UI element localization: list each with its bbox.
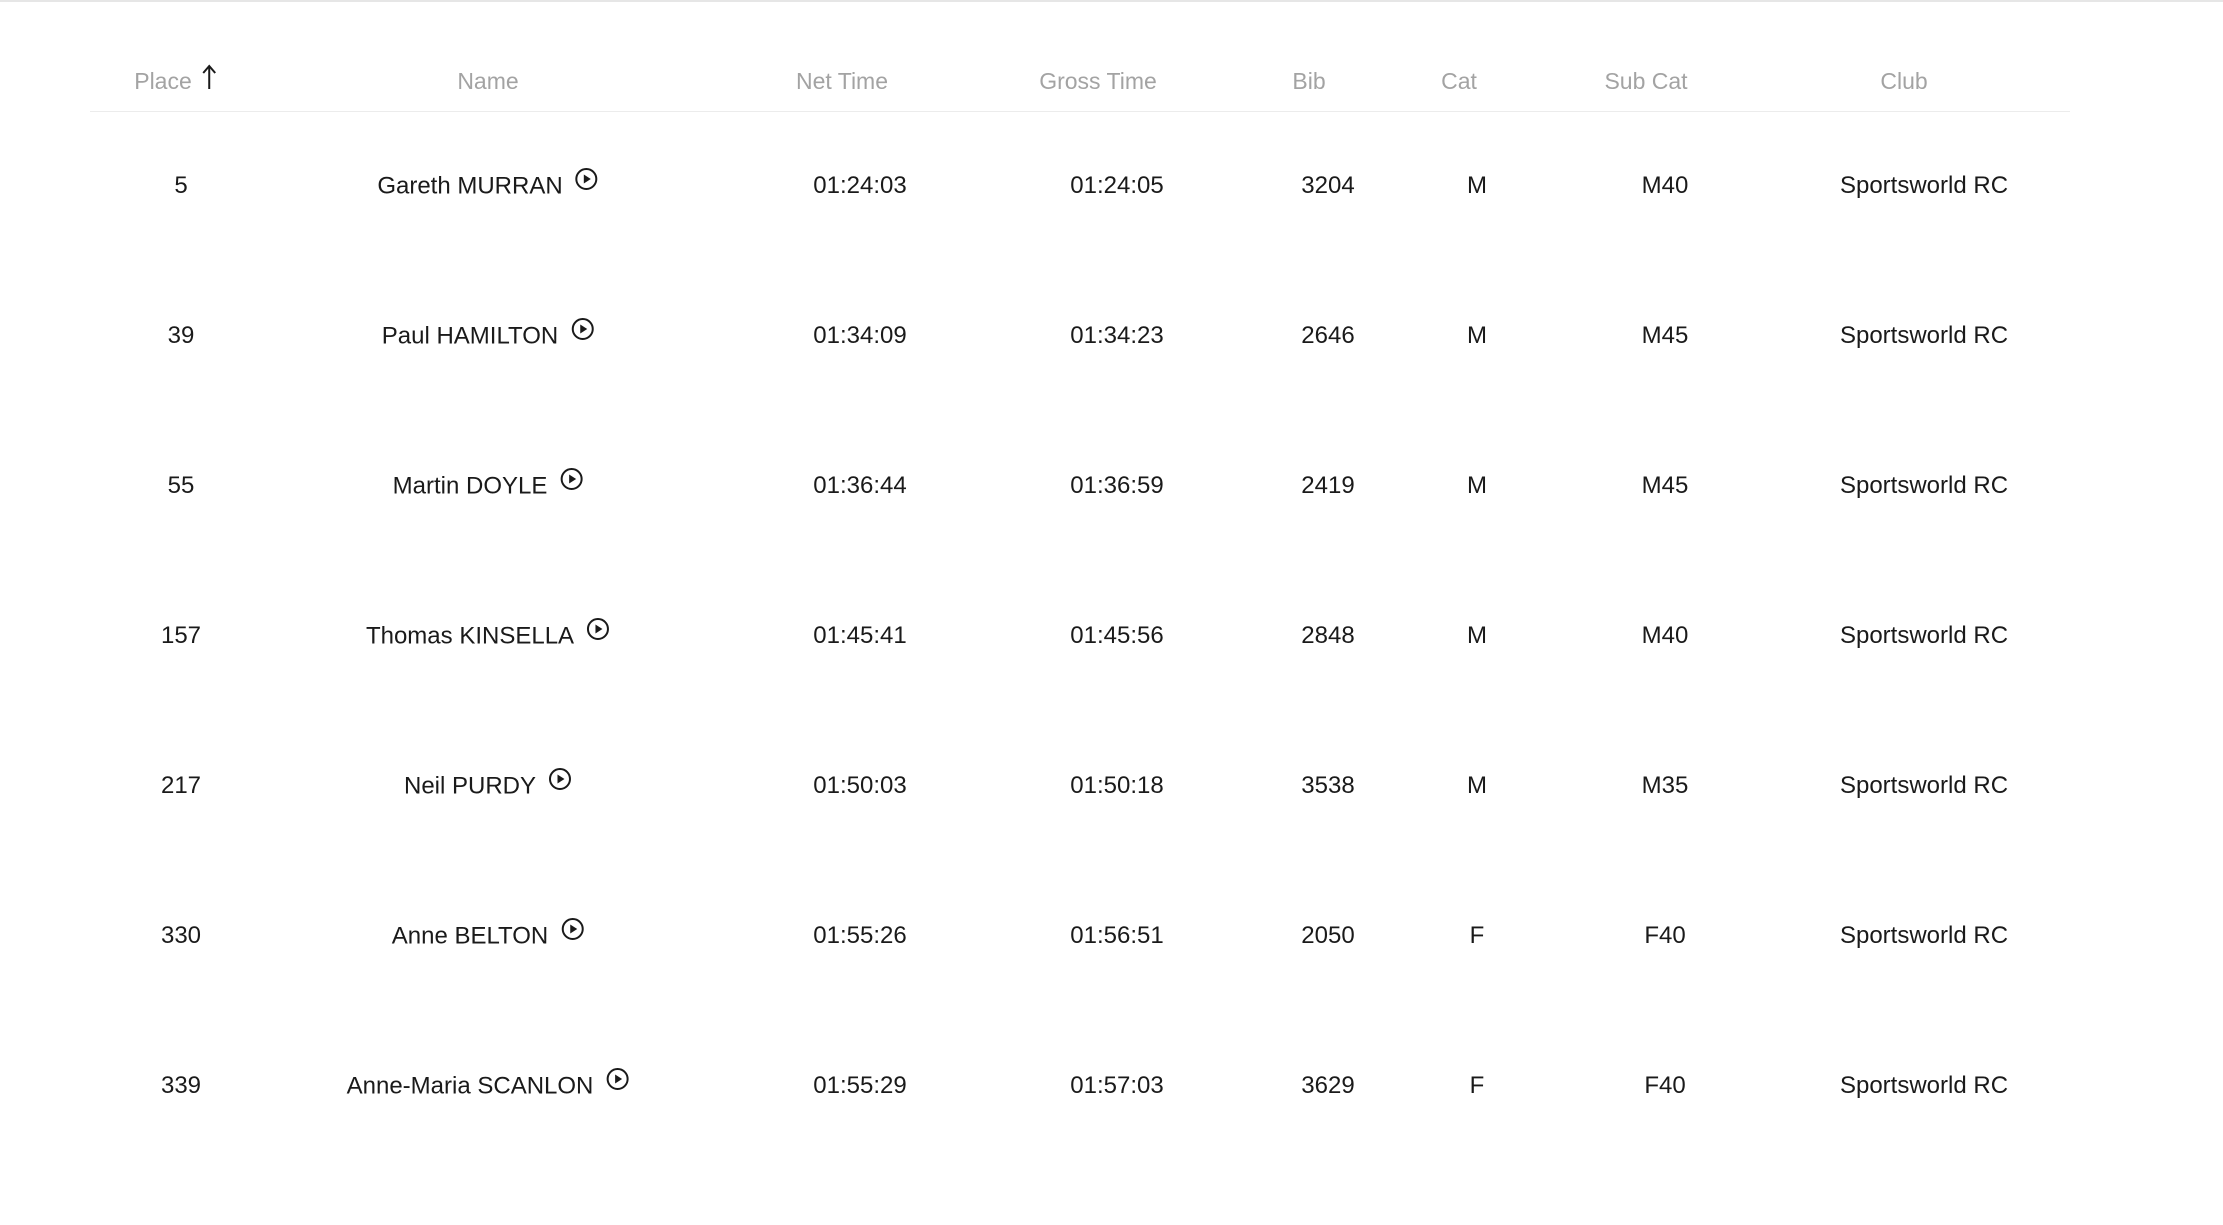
runner-name[interactable]: Gareth MURRAN (377, 173, 562, 200)
table-row[interactable]: 5 Gareth MURRAN 01:24:03 01:24:05 3204 M M40 Sp… (0, 112, 2223, 262)
name-cell: Neil PURDY (404, 768, 572, 800)
place-cell: 39 (167, 322, 195, 349)
bib-cell: 2848 (1301, 622, 1355, 649)
runner-name[interactable]: Anne BELTON (392, 923, 549, 950)
table-row[interactable]: 39 Paul HAMILTON 01:34:09 01:34:23 2646 M M45 S… (0, 262, 2223, 412)
cat-cell: M (1467, 472, 1487, 499)
club-cell: Sportsworld RC (1839, 1072, 2009, 1099)
net-time-cell: 01:55:29 (813, 1072, 907, 1099)
sub-cat-cell: M45 (1641, 472, 1689, 499)
name-cell: Anne BELTON (392, 918, 585, 950)
bib-cell: 2050 (1301, 922, 1355, 949)
play-circle-icon[interactable] (560, 917, 584, 946)
bib-cell: 2419 (1301, 472, 1355, 499)
table-row[interactable]: 217 Neil PURDY 01:50:03 01:50:18 3538 M M35 Spo… (0, 712, 2223, 862)
column-header-bib[interactable]: Bib (1292, 70, 1325, 93)
arrow-up-icon[interactable] (202, 64, 216, 94)
place-cell: 217 (160, 772, 202, 799)
net-time-cell: 01:50:03 (813, 772, 907, 799)
net-time-cell: 01:55:26 (813, 922, 907, 949)
play-circle-icon[interactable] (548, 767, 572, 796)
sub-cat-cell: M40 (1641, 172, 1689, 199)
column-header-place-label: Place (134, 68, 192, 94)
runner-name[interactable]: Martin DOYLE (393, 473, 548, 500)
column-header-sub-cat[interactable]: Sub Cat (1604, 70, 1687, 93)
column-header-club[interactable]: Club (1880, 70, 1927, 93)
column-header-gross-time[interactable]: Gross Time (1039, 70, 1157, 93)
column-header-name[interactable]: Name (457, 70, 518, 93)
column-header-place[interactable]: Place (134, 64, 216, 94)
place-cell: 330 (160, 922, 202, 949)
place-cell: 157 (160, 622, 202, 649)
runner-name[interactable]: Anne-Maria SCANLON (347, 1073, 594, 1100)
play-circle-icon[interactable] (575, 167, 599, 196)
table-row[interactable]: 55 Martin DOYLE 01:36:44 01:36:59 2419 M M45 Sp… (0, 412, 2223, 562)
runner-name[interactable]: Paul HAMILTON (382, 323, 559, 350)
sub-cat-cell: F40 (1644, 922, 1686, 949)
sub-cat-cell: M35 (1641, 772, 1689, 799)
play-circle-icon[interactable] (570, 317, 594, 346)
place-cell: 55 (167, 472, 195, 499)
gross-time-cell: 01:56:51 (1070, 922, 1164, 949)
net-time-cell: 01:34:09 (813, 322, 907, 349)
cat-cell: M (1467, 322, 1487, 349)
bib-cell: 2646 (1301, 322, 1355, 349)
bib-cell: 3629 (1301, 1072, 1355, 1099)
club-cell: Sportsworld RC (1839, 622, 2009, 649)
name-cell: Gareth MURRAN (377, 168, 598, 200)
gross-time-cell: 01:34:23 (1070, 322, 1164, 349)
name-cell: Thomas KINSELLA (366, 618, 610, 650)
runner-name[interactable]: Thomas KINSELLA (366, 623, 574, 650)
table-header: Place Name Net Time Gross Time Bib Cat S… (0, 0, 2223, 112)
place-cell: 5 (174, 172, 188, 199)
cat-cell: F (1469, 1072, 1485, 1099)
net-time-cell: 01:36:44 (813, 472, 907, 499)
column-header-cat[interactable]: Cat (1441, 70, 1477, 93)
cat-cell: F (1469, 922, 1485, 949)
club-cell: Sportsworld RC (1839, 322, 2009, 349)
name-cell: Anne-Maria SCANLON (347, 1068, 630, 1100)
column-header-net-time[interactable]: Net Time (796, 70, 888, 93)
club-cell: Sportsworld RC (1839, 772, 2009, 799)
club-cell: Sportsworld RC (1839, 472, 2009, 499)
table-row[interactable]: 330 Anne BELTON 01:55:26 01:56:51 2050 F F40 Sp… (0, 862, 2223, 1012)
bib-cell: 3538 (1301, 772, 1355, 799)
play-circle-icon[interactable] (586, 617, 610, 646)
table-row[interactable]: 157 Thomas KINSELLA 01:45:41 01:45:56 2848 M M… (0, 562, 2223, 712)
gross-time-cell: 01:36:59 (1070, 472, 1164, 499)
sub-cat-cell: M45 (1641, 322, 1689, 349)
gross-time-cell: 01:24:05 (1070, 172, 1164, 199)
sub-cat-cell: F40 (1644, 1072, 1686, 1099)
net-time-cell: 01:24:03 (813, 172, 907, 199)
sub-cat-cell: M40 (1641, 622, 1689, 649)
play-circle-icon[interactable] (605, 1067, 629, 1096)
name-cell: Martin DOYLE (393, 468, 584, 500)
net-time-cell: 01:45:41 (813, 622, 907, 649)
club-cell: Sportsworld RC (1839, 922, 2009, 949)
name-cell: Paul HAMILTON (382, 318, 595, 350)
bib-cell: 3204 (1301, 172, 1355, 199)
gross-time-cell: 01:45:56 (1070, 622, 1164, 649)
cat-cell: M (1467, 172, 1487, 199)
cat-cell: M (1467, 622, 1487, 649)
cat-cell: M (1467, 772, 1487, 799)
gross-time-cell: 01:57:03 (1070, 1072, 1164, 1099)
play-circle-icon[interactable] (559, 467, 583, 496)
table-row[interactable]: 339 Anne-Maria SCANLON 01:55:29 01:57:03 362… (0, 1012, 2223, 1162)
place-cell: 339 (160, 1072, 202, 1099)
gross-time-cell: 01:50:18 (1070, 772, 1164, 799)
runner-name[interactable]: Neil PURDY (404, 773, 536, 800)
club-cell: Sportsworld RC (1839, 172, 2009, 199)
